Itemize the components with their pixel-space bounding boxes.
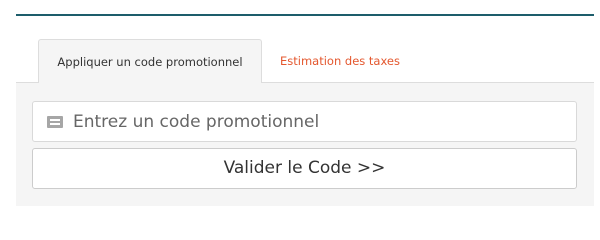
tab-bar: Appliquer un code promotionnel Estimatio… xyxy=(16,39,594,84)
promo-panel: Valider le Code >> xyxy=(16,83,594,206)
promo-code-input-group[interactable] xyxy=(32,101,577,142)
validate-code-button[interactable]: Valider le Code >> xyxy=(32,148,577,189)
top-divider xyxy=(16,14,594,16)
validate-code-button-label: Valider le Code >> xyxy=(223,158,386,178)
promo-code-input[interactable] xyxy=(73,102,576,141)
tab-tax-estimate-label: Estimation des taxes xyxy=(280,54,400,68)
ticket-icon xyxy=(47,115,63,128)
tab-tax-estimate[interactable]: Estimation des taxes xyxy=(280,39,420,84)
tab-apply-promo-code-label: Appliquer un code promotionnel xyxy=(57,55,243,69)
promo-code-widget: Appliquer un code promotionnel Estimatio… xyxy=(0,0,600,229)
tab-apply-promo-code[interactable]: Appliquer un code promotionnel xyxy=(38,39,262,84)
